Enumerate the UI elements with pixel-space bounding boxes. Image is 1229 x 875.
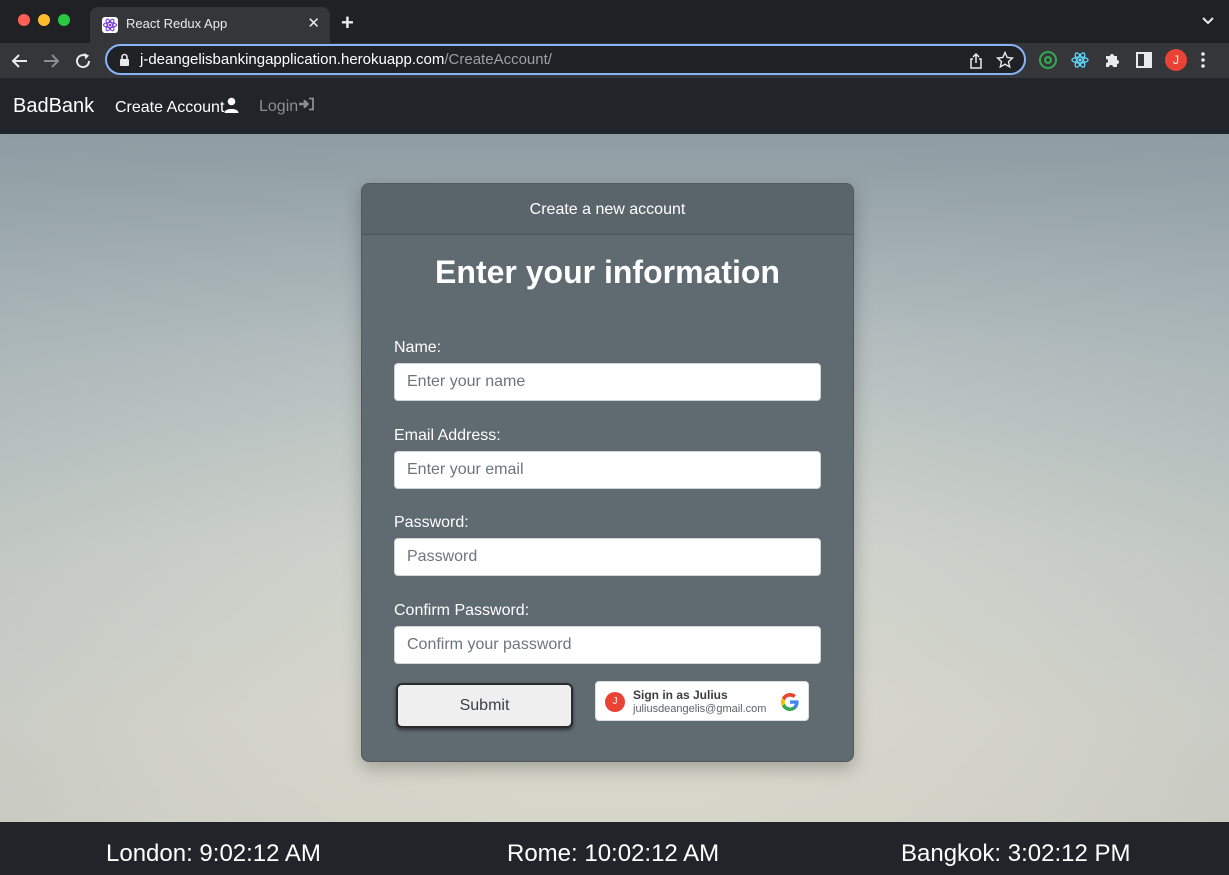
card-header: Create a new account <box>362 184 853 235</box>
google-account-avatar: J <box>605 692 625 712</box>
google-account-email: juliusdeangelis@gmail.com <box>633 703 767 715</box>
profile-avatar[interactable]: J <box>1165 49 1187 71</box>
brand-link[interactable]: BadBank <box>13 95 94 118</box>
email-label: Email Address: <box>394 427 501 444</box>
fullscreen-window-button[interactable] <box>58 14 70 26</box>
password-label: Password: <box>394 514 469 531</box>
browser-tab-bar: React Redux App ✕ + <box>0 0 1229 43</box>
card-title: Enter your information <box>435 254 780 290</box>
submit-button[interactable]: Submit <box>396 683 573 728</box>
minimize-window-button[interactable] <box>38 14 50 26</box>
forward-arrow-icon[interactable] <box>39 49 63 73</box>
react-favicon-icon <box>102 17 118 33</box>
password-input[interactable] <box>394 538 821 576</box>
google-logo-icon <box>780 692 800 717</box>
footer-clocks: London: 9:02:12 AM Rome: 10:02:12 AM Ban… <box>0 822 1229 875</box>
browser-toolbar: j-deangelisbankingapplication.herokuapp.… <box>0 43 1229 78</box>
plus-icon[interactable]: + <box>341 10 354 36</box>
reload-icon[interactable] <box>71 49 95 73</box>
extension-green-icon[interactable] <box>1038 50 1058 70</box>
url-path: /CreateAccount/ <box>444 51 552 68</box>
bangkok-clock: Bangkok: 3:02:12 PM <box>901 840 1131 867</box>
sign-in-icon <box>298 97 315 116</box>
star-icon[interactable] <box>995 50 1015 74</box>
close-icon[interactable]: ✕ <box>307 14 320 34</box>
url-host: j-deangelisbankingapplication.herokuapp.… <box>140 51 445 68</box>
name-label: Name: <box>394 339 442 356</box>
back-arrow-icon[interactable] <box>8 49 32 73</box>
browser-tab[interactable]: React Redux App ✕ <box>90 7 330 43</box>
lock-icon[interactable] <box>119 53 130 72</box>
name-input[interactable] <box>394 363 821 401</box>
create-account-card: Create a new account Enter your informat… <box>361 183 854 762</box>
confirm-password-input[interactable] <box>394 626 821 664</box>
email-input[interactable] <box>394 451 821 489</box>
rome-clock: Rome: 10:02:12 AM <box>507 840 720 867</box>
main-area: Create a new account Enter your informat… <box>0 134 1229 822</box>
sidebar-icon[interactable] <box>1134 50 1154 70</box>
address-bar[interactable]: j-deangelisbankingapplication.herokuapp.… <box>105 44 1026 75</box>
nav-login-label: Login <box>259 97 299 115</box>
url-text[interactable]: j-deangelisbankingapplication.herokuapp.… <box>140 51 552 68</box>
chevron-down-icon[interactable] <box>1201 13 1215 32</box>
close-window-button[interactable] <box>18 14 30 26</box>
app-navbar: BadBank Create Account Login <box>0 78 1229 134</box>
user-icon <box>224 97 239 118</box>
google-sign-in-button[interactable]: J Sign in as Julius juliusdeangelis@gmai… <box>595 681 809 721</box>
kebab-menu-icon[interactable] <box>1200 51 1206 74</box>
nav-create-account-label: Create Account <box>115 98 225 116</box>
confirm-password-label: Confirm Password: <box>394 602 530 619</box>
puzzle-icon[interactable] <box>1102 50 1122 70</box>
react-devtools-icon[interactable] <box>1070 50 1090 70</box>
nav-create-account-link[interactable]: Create Account <box>115 97 239 118</box>
share-icon[interactable] <box>968 52 984 75</box>
london-clock: London: 9:02:12 AM <box>106 840 321 867</box>
tab-title: React Redux App <box>126 16 228 31</box>
google-sign-in-title: Sign in as Julius <box>633 688 728 702</box>
nav-login-link[interactable]: Login <box>259 97 315 116</box>
